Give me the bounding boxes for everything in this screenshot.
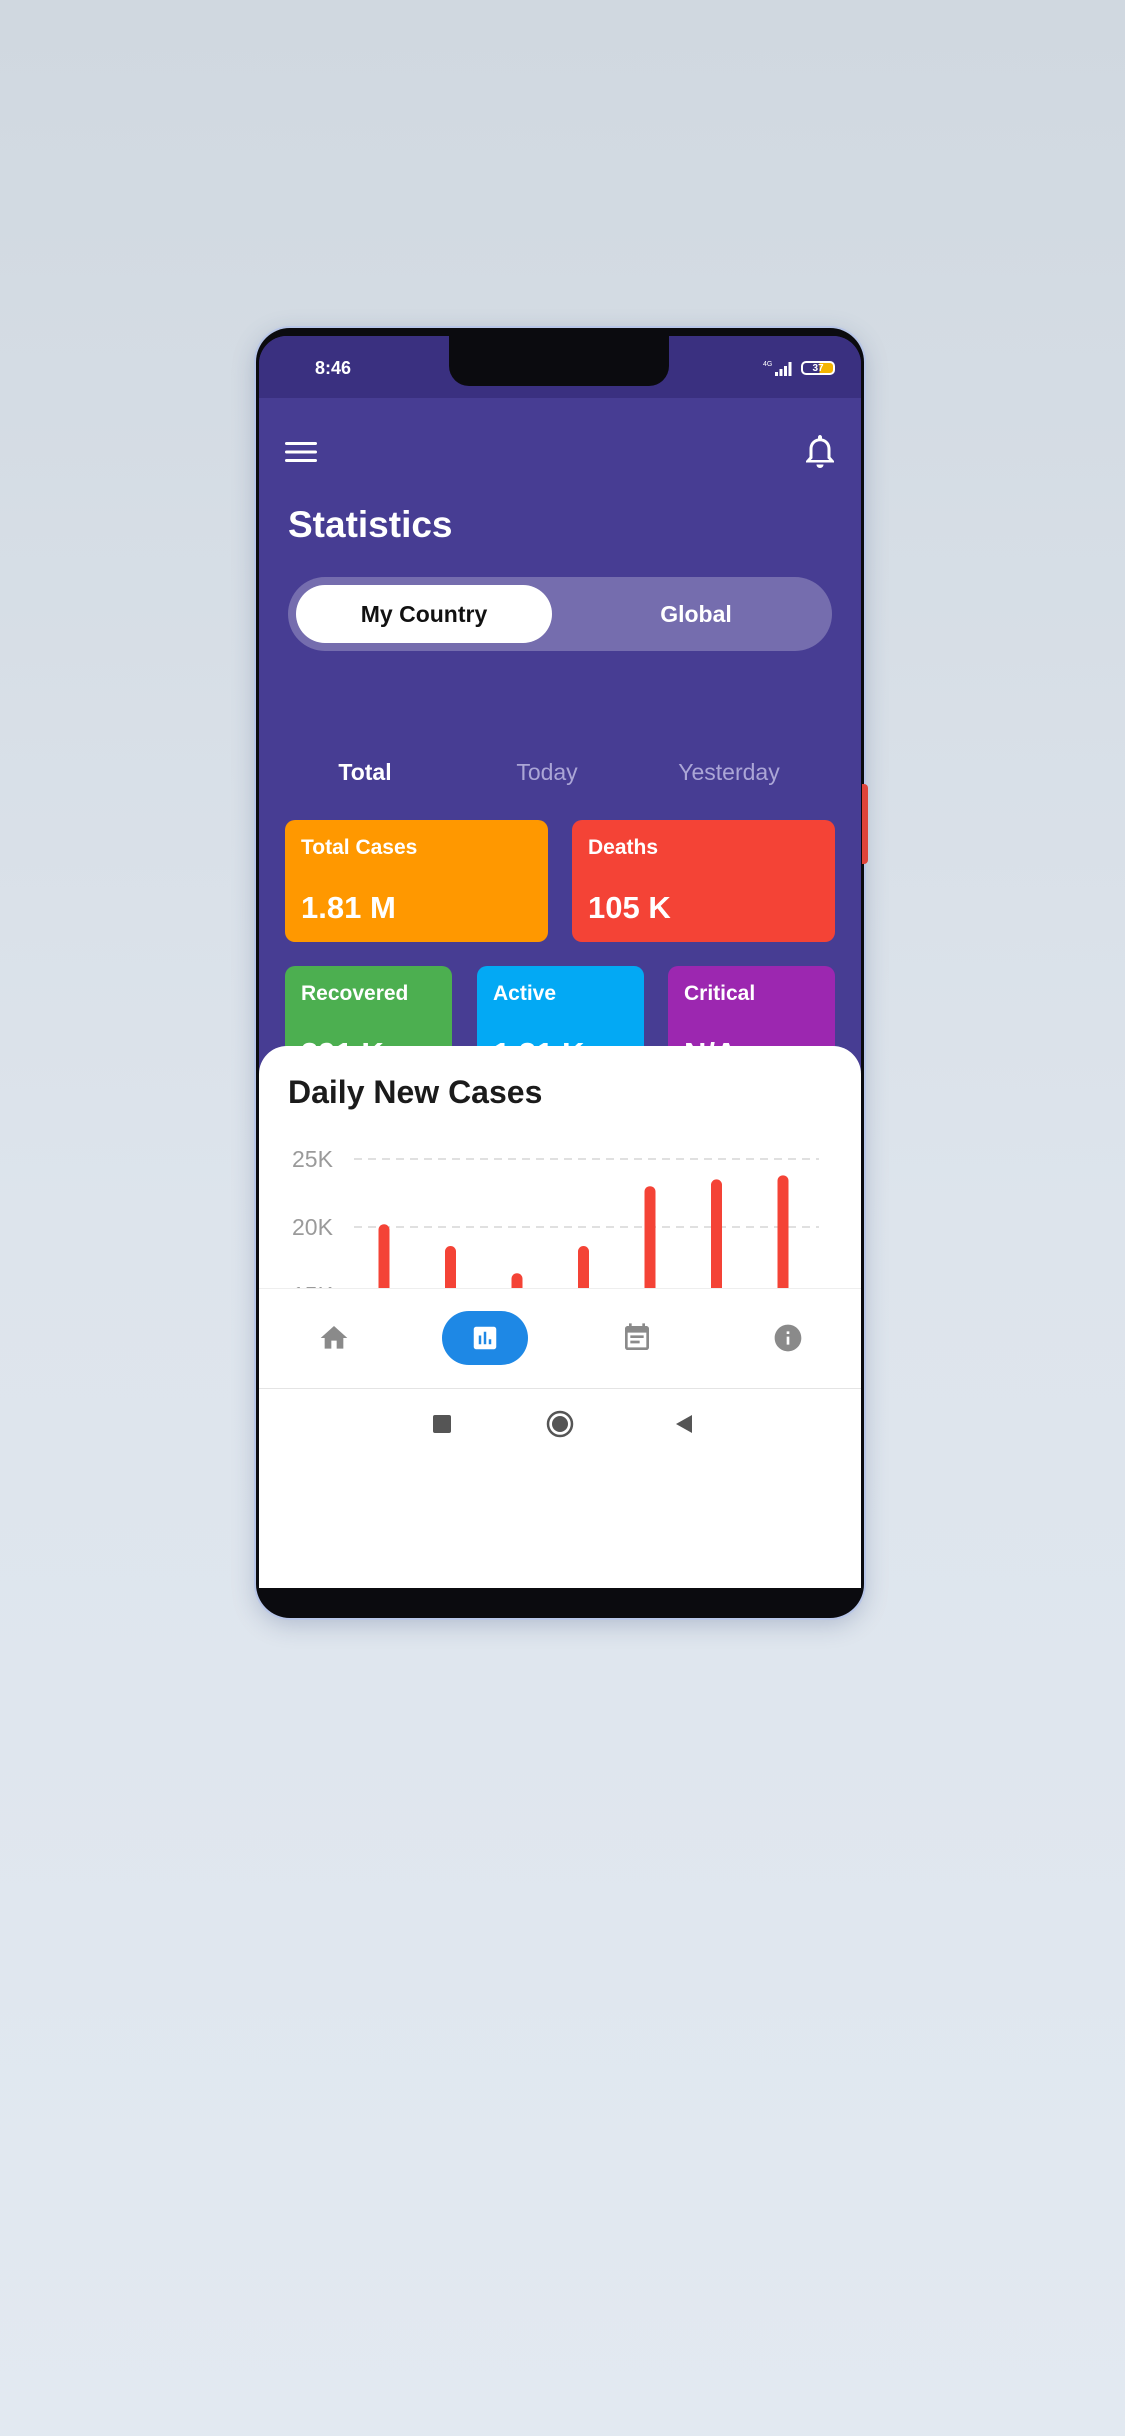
page-title: Statistics (288, 504, 453, 545)
home-icon (320, 1326, 348, 1349)
status-bar: 8:46 4G 37 (259, 336, 861, 398)
chart-bar[interactable] (378, 1224, 390, 1288)
chart-bar[interactable] (711, 1179, 722, 1288)
total-cases-value: 1.81 M (301, 890, 396, 925)
total-cases-card[interactable]: Total Cases 1.81 M (285, 820, 548, 942)
scope-toggle: My Country Global (288, 577, 832, 651)
recovered-label: Recovered (301, 982, 409, 1005)
chart-bar[interactable] (777, 1175, 789, 1288)
tab-today[interactable]: Today (457, 759, 637, 786)
camera-notch (449, 336, 669, 386)
scope-option-my-country[interactable]: My Country (296, 585, 552, 643)
nav-info[interactable] (745, 1311, 831, 1365)
y-tick-label: 25K (292, 1146, 334, 1172)
system-nav-bar (259, 1388, 861, 1459)
status-icons: 4G 37 (763, 360, 835, 376)
home-circle-icon[interactable] (545, 1409, 575, 1439)
daily-cases-sheet: Daily New Cases 25K20K15K10K (259, 1046, 861, 1588)
info-icon (774, 1324, 802, 1352)
daily-cases-chart: 25K20K15K10K (259, 1136, 861, 1288)
active-label: Active (493, 982, 557, 1005)
nav-statistics[interactable] (442, 1311, 528, 1365)
deaths-label: Deaths (588, 836, 659, 859)
deaths-value: 105 K (588, 890, 671, 925)
battery-icon: 37 (801, 361, 835, 375)
chart-bar[interactable] (445, 1246, 456, 1288)
daily-cases-chart-svg: 25K20K15K10K (292, 1146, 819, 1288)
back-icon[interactable] (669, 1409, 699, 1439)
chart-bar[interactable] (511, 1273, 523, 1288)
tab-total[interactable]: Total (275, 759, 455, 786)
signal-icon: 4G (763, 361, 792, 376)
network-type: 4G (763, 361, 772, 368)
bell-icon[interactable] (799, 430, 841, 472)
y-tick-label: 20K (292, 1214, 334, 1240)
phone-side-button (862, 784, 868, 864)
phone-frame: 8:46 4G 37 Statistics My Country Global … (256, 328, 864, 1618)
app-screen: 8:46 4G 37 Statistics My Country Global … (259, 336, 861, 1588)
chart-bar[interactable] (578, 1246, 589, 1288)
chart-title: Daily New Cases (288, 1074, 543, 1110)
critical-label: Critical (684, 982, 756, 1005)
battery-level: 37 (812, 362, 824, 374)
tab-yesterday[interactable]: Yesterday (639, 759, 819, 786)
hamburger-menu-icon[interactable] (281, 432, 321, 472)
chart-bar[interactable] (644, 1186, 656, 1288)
bottom-nav (259, 1288, 861, 1389)
recent-apps-icon[interactable] (427, 1409, 457, 1439)
status-time: 8:46 (315, 358, 352, 378)
calendar-icon (625, 1323, 649, 1350)
scope-option-global[interactable]: Global (568, 585, 824, 643)
nav-home[interactable] (291, 1311, 377, 1365)
deaths-card[interactable]: Deaths 105 K (572, 820, 835, 942)
total-cases-label: Total Cases (301, 836, 418, 859)
bar-chart-icon (473, 1326, 497, 1350)
nav-calendar[interactable] (594, 1311, 680, 1365)
